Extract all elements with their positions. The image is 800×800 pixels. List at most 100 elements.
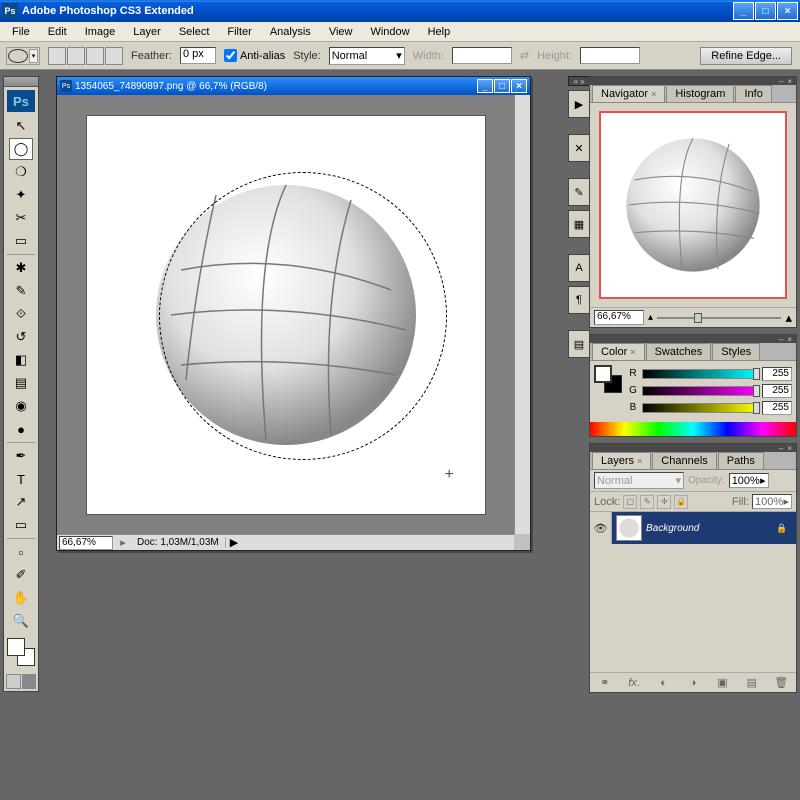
crop-tool[interactable]: ✂ [9,207,33,229]
menu-select[interactable]: Select [171,24,218,40]
panel-close-icon[interactable]: × [785,335,794,344]
slider-thumb[interactable] [753,402,760,414]
pen-tool[interactable]: ✒ [9,445,33,467]
eyedropper-tool[interactable]: ✐ [9,564,33,586]
slider-track[interactable] [642,403,758,413]
lock-transparency-button[interactable]: ▢ [623,495,637,509]
doc-minimize-button[interactable]: _ [477,79,493,93]
style-select[interactable]: Normal▾ [329,47,405,65]
dodge-tool[interactable]: ● [9,418,33,440]
panel-collapse-icon[interactable]: – [777,335,785,344]
selection-shape-icon[interactable] [8,49,28,63]
tab-info[interactable]: Info [735,85,771,102]
status-menu-icon[interactable]: ▸ [115,536,131,549]
layer-fx-button[interactable]: fx. [625,675,643,691]
menu-analysis[interactable]: Analysis [262,24,319,40]
close-button[interactable]: × [777,2,798,20]
layer-mask-button[interactable]: ◐ [655,675,673,691]
maximize-button[interactable]: □ [755,2,776,20]
slider-track[interactable] [642,386,758,396]
link-layers-button[interactable]: ⚭ [596,675,614,691]
menu-edit[interactable]: Edit [40,24,75,40]
status-arrow-icon[interactable]: ▶ [226,536,242,549]
layer-visibility-toggle[interactable]: 👁 [590,512,612,544]
gradient-tool[interactable]: ▤ [9,372,33,394]
brush-tool[interactable]: ✎ [9,280,33,302]
swap-icon[interactable]: ⇄ [520,49,529,62]
new-layer-button[interactable]: ▤ [743,675,761,691]
channel-value[interactable]: 255 [762,384,792,398]
hand-tool[interactable]: ✋ [9,587,33,609]
color-slider-g[interactable]: G 255 [628,382,792,399]
menu-layer[interactable]: Layer [125,24,169,40]
magic-wand-tool[interactable]: ✦ [9,184,33,206]
menu-window[interactable]: Window [362,24,417,40]
panel-collapse-icon[interactable]: – [777,77,785,86]
spot-heal-tool[interactable]: ✱ [9,257,33,279]
zoom-tool[interactable]: 🔍 [9,610,33,632]
menu-view[interactable]: View [321,24,361,40]
quickmask-button[interactable] [6,674,21,689]
tab-layers[interactable]: Layers× [592,452,651,469]
type-tool[interactable]: T [9,468,33,490]
doc-maximize-button[interactable]: □ [494,79,510,93]
shape-tool[interactable]: ▭ [9,514,33,536]
history-brush-tool[interactable]: ↺ [9,326,33,348]
navigator-zoom-slider[interactable] [657,313,781,323]
lock-position-button[interactable]: ✢ [657,495,671,509]
layer-thumbnail[interactable] [616,515,642,541]
layer-name-label[interactable]: Background [646,523,776,534]
width-input[interactable] [452,47,512,64]
layer-row[interactable]: 👁 Background 🔒 [590,512,796,544]
refine-edge-button[interactable]: Refine Edge... [700,47,792,65]
dock-brushes-icon[interactable]: ✎ [568,178,590,206]
selection-new-button[interactable] [48,47,66,65]
color-spectrum[interactable] [590,422,796,436]
fill-field[interactable]: 100%▸ [752,494,792,509]
document-titlebar[interactable]: Ps 1354065_74890897.png @ 66,7% (RGB/8) … [57,77,530,95]
tab-channels[interactable]: Channels [652,452,716,469]
canvas[interactable]: + [86,115,486,515]
color-slider-b[interactable]: B 255 [628,399,792,416]
tab-swatches[interactable]: Swatches [646,343,712,360]
color-swatch-picker[interactable] [4,636,38,672]
blur-tool[interactable]: ◉ [9,395,33,417]
zoom-readout[interactable]: 66,67% [59,536,113,550]
marquee-tool[interactable]: ◯ [9,138,33,160]
selection-intersect-button[interactable] [105,47,123,65]
panel-collapse-icon[interactable]: – [777,444,785,453]
color-slider-r[interactable]: R 255 [628,365,792,382]
color-fg-swatch[interactable] [594,365,612,383]
eraser-tool[interactable]: ◧ [9,349,33,371]
adjustment-layer-button[interactable]: ◑ [684,675,702,691]
tab-navigator[interactable]: Navigator× [592,85,665,102]
channel-value[interactable]: 255 [762,367,792,381]
dock-play-icon[interactable]: ▶ [568,90,590,118]
panel-close-icon[interactable]: × [785,77,794,86]
navigator-zoom-field[interactable]: 66,67% [594,310,644,325]
move-tool[interactable]: ↖ [9,115,33,137]
dock-layer-comps-icon[interactable]: ▤ [568,330,590,358]
dock-clone-icon[interactable]: ▦ [568,210,590,238]
slider-thumb[interactable] [753,385,760,397]
slider-track[interactable] [642,369,758,379]
lock-all-button[interactable]: 🔒 [674,495,688,509]
dock-paragraph-icon[interactable]: ¶ [568,286,590,314]
tab-color[interactable]: Color× [592,343,645,360]
opacity-field[interactable]: 100%▸ [729,473,769,488]
doc-close-button[interactable]: × [511,79,527,93]
tab-paths[interactable]: Paths [718,452,764,469]
feather-input[interactable]: 0 px [180,47,216,64]
menu-filter[interactable]: Filter [219,24,259,40]
path-select-tool[interactable]: ↗ [9,491,33,513]
toolbox-gripper[interactable] [4,77,38,87]
minimize-button[interactable]: _ [733,2,754,20]
canvas-viewport[interactable]: + [57,95,514,534]
lasso-tool[interactable]: ❍ [9,161,33,183]
zoom-in-icon[interactable]: ▴ [785,310,792,326]
slider-thumb[interactable] [753,368,760,380]
screenmode-button[interactable] [22,674,37,689]
selection-add-button[interactable] [67,47,85,65]
notes-tool[interactable]: ▫ [9,541,33,563]
blend-mode-select[interactable]: Normal▾ [594,472,684,489]
